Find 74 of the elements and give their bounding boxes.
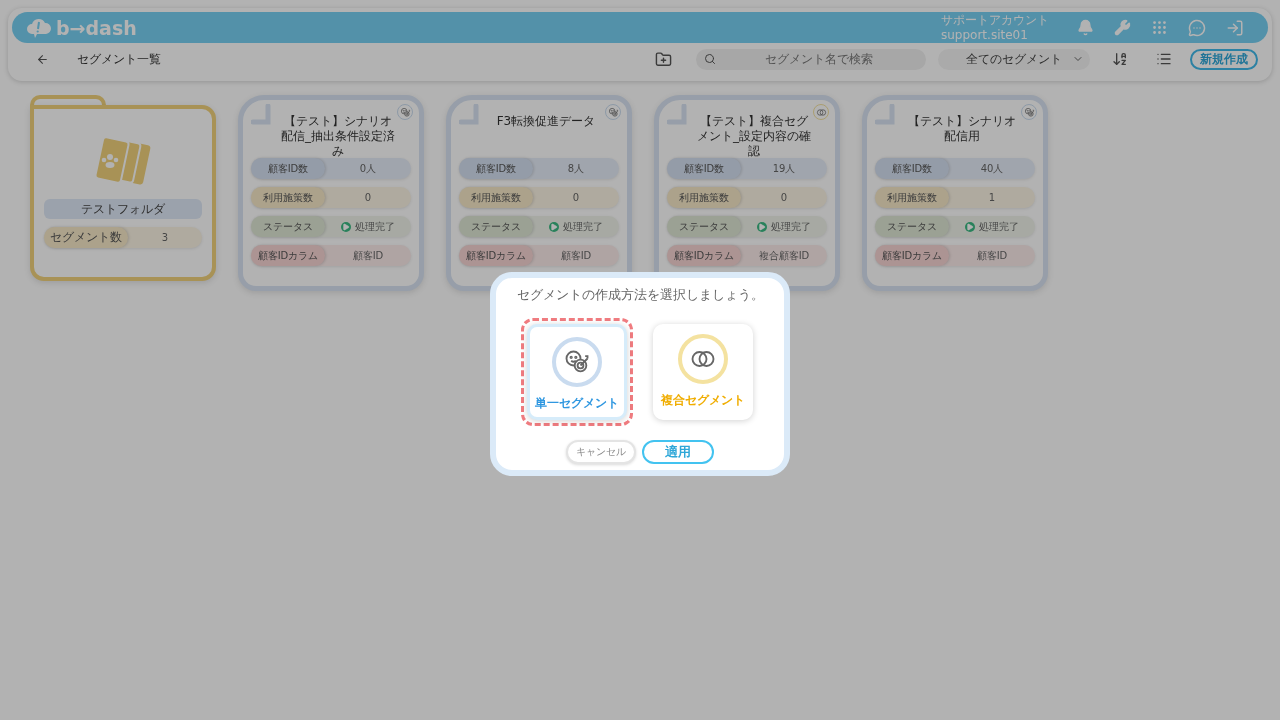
row-label: 顧客IDカラム <box>875 245 949 266</box>
folder-card[interactable]: テストフォルダ セグメント数 3 <box>30 105 216 281</box>
account-name: サポートアカウント <box>941 12 1049 28</box>
corner-mark-icon <box>251 104 273 126</box>
smiley-target-icon <box>1023 106 1035 118</box>
segment-card[interactable]: 【テスト】シナリオ配信_抽出条件設定済み 顧客ID数 0人 利用施策数 0 ステータス 処理完了 顧客IDカラム 顧客ID <box>238 95 424 291</box>
page-title: セグメント一覧 <box>77 50 161 68</box>
logo-cloud-icon <box>26 16 52 39</box>
row-value: 0 <box>571 192 581 203</box>
play-icon <box>341 221 351 232</box>
row-value: 複合顧客ID <box>757 248 811 263</box>
row-label: 顧客ID数 <box>251 158 325 179</box>
row-label: ステータス <box>459 216 533 237</box>
account-id: support.site01 <box>941 27 1029 43</box>
segment-title: 【テスト】シナリオ配信用 <box>907 114 1017 144</box>
row-value: 0人 <box>358 161 378 176</box>
row-value: 3 <box>160 232 170 243</box>
segment-title: F3転換促進データ <box>495 114 597 129</box>
segment-title: 【テスト】シナリオ配信_抽出条件設定済み <box>280 114 396 159</box>
corner-mark-icon <box>667 104 689 126</box>
segment-filter-select[interactable]: 全てのセグメント <box>938 48 1090 70</box>
segment-title: 【テスト】複合セグメント_設定内容の確認 <box>696 114 812 159</box>
row-value: 処理完了 <box>771 219 811 234</box>
chat-bubble-icon[interactable] <box>1188 18 1206 37</box>
row-value: 8人 <box>566 161 586 176</box>
row-value: 顧客ID <box>559 248 593 263</box>
folder-name: テストフォルダ <box>44 199 202 219</box>
option-card[interactable]: 単一セグメント <box>527 324 627 420</box>
folder-plus-icon[interactable] <box>655 50 672 68</box>
row-label: 利用施策数 <box>251 187 325 208</box>
row-label: 顧客ID数 <box>667 158 741 179</box>
sort-az-icon[interactable] <box>1112 51 1128 67</box>
row-value: 40人 <box>979 161 1005 176</box>
row-label: 顧客IDカラム <box>251 245 325 266</box>
smiley-target-icon <box>607 106 619 118</box>
back-arrow-icon[interactable] <box>36 52 49 66</box>
row-label: ステータス <box>667 216 741 237</box>
wrench-icon[interactable] <box>1114 19 1131 36</box>
row-value: 0 <box>779 192 789 203</box>
overlapping-circles-icon <box>815 106 827 118</box>
row-label: 利用施策数 <box>459 187 533 208</box>
search-icon <box>704 52 716 65</box>
cancel-button[interactable]: キャンセル <box>566 440 636 464</box>
play-icon <box>965 221 975 232</box>
row-value: 19人 <box>771 161 797 176</box>
corner-mark-icon <box>459 104 481 126</box>
logo-text: b→dash <box>56 16 137 39</box>
corner-mark-icon <box>875 104 897 126</box>
row-value: 1 <box>987 192 997 203</box>
stacked-folders-icon <box>93 135 153 187</box>
row-value: 処理完了 <box>355 219 395 234</box>
row-label: 顧客ID数 <box>875 158 949 179</box>
bell-icon[interactable] <box>1077 19 1094 36</box>
play-icon <box>549 221 559 232</box>
row-label: セグメント数 <box>44 227 128 248</box>
play-icon <box>757 221 767 232</box>
row-value: 0 <box>363 192 373 203</box>
smiley-target-icon <box>399 106 411 118</box>
list-view-icon[interactable] <box>1156 51 1172 67</box>
row-label: 顧客ID数 <box>459 158 533 179</box>
row-label: 利用施策数 <box>667 187 741 208</box>
row-value: 顧客ID <box>975 248 1009 263</box>
app-grid-icon[interactable] <box>1151 19 1168 36</box>
row-label: 顧客IDカラム <box>459 245 533 266</box>
row-label: 利用施策数 <box>875 187 949 208</box>
row-value: 顧客ID <box>351 248 385 263</box>
row-value: 処理完了 <box>979 219 1019 234</box>
row-value: 処理完了 <box>563 219 603 234</box>
login-arrow-icon[interactable] <box>1226 18 1244 37</box>
row-label: 顧客IDカラム <box>667 245 741 266</box>
row-label: ステータス <box>251 216 325 237</box>
row-label: ステータス <box>875 216 949 237</box>
segment-card[interactable]: 【テスト】シナリオ配信用 顧客ID数 40人 利用施策数 1 ステータス 処理完了 顧客IDカラム 顧客ID <box>862 95 1048 291</box>
search-field[interactable]: セグメント名で検索 <box>696 48 926 70</box>
